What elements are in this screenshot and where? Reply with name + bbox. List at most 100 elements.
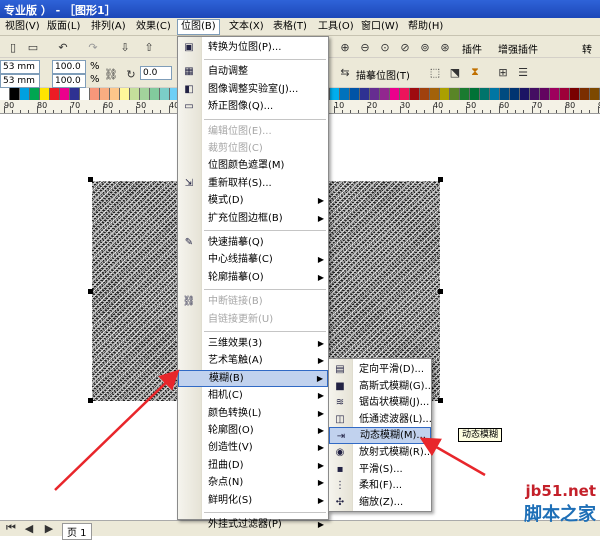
- menu-item-row[interactable]: ✎ 快速描摹(Q): [178, 234, 328, 251]
- menu-item[interactable]: 工具(O): [315, 20, 357, 34]
- color-swatch[interactable]: [390, 88, 400, 100]
- menu-item-row[interactable]: ◉ 放射式模糊(R)...: [329, 444, 434, 461]
- color-swatch[interactable]: [50, 88, 60, 100]
- color-swatch[interactable]: [130, 88, 140, 100]
- color-swatch[interactable]: [410, 88, 420, 100]
- menu-item[interactable]: 帮助(H): [405, 20, 446, 34]
- open-icon[interactable]: ▭: [24, 39, 42, 55]
- color-swatch[interactable]: [80, 88, 90, 100]
- menu-item-row[interactable]: ▤ 定向平滑(D)...: [329, 361, 431, 378]
- menu-item-row[interactable]: ▭ 矫正图像(Q)...: [178, 98, 328, 115]
- width-field[interactable]: 53 mm: [0, 60, 40, 74]
- color-swatch[interactable]: [490, 88, 500, 100]
- color-swatch[interactable]: [350, 88, 360, 100]
- menu-item-row[interactable]: 扭曲(D) ▶: [178, 457, 328, 474]
- menu-item-row[interactable]: 位图颜色遮罩(M): [178, 157, 328, 174]
- crop-bitmap-icon[interactable]: ⬔: [446, 64, 464, 80]
- page-tab[interactable]: 页 1: [62, 523, 92, 540]
- scale-y-field[interactable]: 100.0: [52, 74, 86, 88]
- color-swatch[interactable]: [330, 88, 340, 100]
- color-swatch[interactable]: [40, 88, 50, 100]
- edit-bitmap-icon[interactable]: ⬚: [426, 64, 444, 80]
- menu-item-row[interactable]: ▣ 转换为位图(P)...: [178, 39, 328, 56]
- undo-icon[interactable]: ↶: [54, 39, 72, 55]
- menu-item-row[interactable]: 艺术笔触(A) ▶: [178, 352, 328, 369]
- color-swatch[interactable]: [30, 88, 40, 100]
- menu-item[interactable]: 文本(X): [226, 20, 267, 34]
- color-swatch[interactable]: [420, 88, 430, 100]
- menu-item-row[interactable]: ◧ 图像调整实验室(J)...: [178, 81, 328, 98]
- color-swatch[interactable]: [380, 88, 390, 100]
- export-icon[interactable]: ⇧: [140, 39, 158, 55]
- selection-handle[interactable]: [88, 289, 93, 294]
- color-swatch[interactable]: [430, 88, 440, 100]
- menu-item-row[interactable]: ▦ 自动调整: [178, 63, 328, 80]
- selection-handle[interactable]: [88, 398, 93, 403]
- color-swatch[interactable]: [580, 88, 590, 100]
- menu-item-row[interactable]: ▪ 平滑(S)...: [329, 461, 431, 478]
- color-swatch[interactable]: [520, 88, 530, 100]
- rotation-field[interactable]: 0.0: [140, 66, 172, 80]
- menu-item-row[interactable]: 杂点(N) ▶: [178, 474, 328, 491]
- next-page-icon[interactable]: ▶: [40, 521, 58, 535]
- color-swatch[interactable]: [470, 88, 480, 100]
- zoom-fit-icon[interactable]: ⊙: [376, 39, 394, 55]
- selection-handle[interactable]: [88, 177, 93, 182]
- menu-item-row[interactable]: 创造性(V) ▶: [178, 439, 328, 456]
- redo-icon[interactable]: ↷: [84, 39, 102, 55]
- height-field[interactable]: 53 mm: [0, 74, 40, 88]
- color-swatch[interactable]: [150, 88, 160, 100]
- color-swatch[interactable]: [340, 88, 350, 100]
- color-swatch[interactable]: [70, 88, 80, 100]
- color-swatch[interactable]: [120, 88, 130, 100]
- align-icon[interactable]: ⊞: [494, 64, 512, 80]
- menu-item-row[interactable]: ◫ 低通滤波器(L)...: [329, 411, 432, 428]
- menu-item-row[interactable]: 相机(C) ▶: [178, 387, 328, 404]
- menu-item-row[interactable]: ≋ 锯齿状模糊(J)...: [329, 394, 431, 411]
- trace-bitmap-button[interactable]: 描摹位图(T): [356, 67, 410, 82]
- color-swatch[interactable]: [570, 88, 580, 100]
- menu-item-row[interactable]: 轮廓图(O) ▶: [178, 422, 328, 439]
- scale-x-field[interactable]: 100.0: [52, 60, 86, 74]
- menu-item-row[interactable]: ⇲ 重新取样(S)...: [178, 175, 328, 192]
- zoom-page-icon[interactable]: ⊘: [396, 39, 414, 55]
- noise-bitmap-left[interactable]: [92, 181, 177, 401]
- menu-item[interactable]: 版面(L): [44, 20, 83, 34]
- color-swatch[interactable]: [20, 88, 30, 100]
- selection-handle[interactable]: [438, 398, 443, 403]
- menu-item-row[interactable]: ⋮ 柔和(F)...: [329, 477, 431, 494]
- first-page-icon[interactable]: ⏮: [2, 521, 20, 535]
- color-swatch[interactable]: [140, 88, 150, 100]
- menu-item-row[interactable]: 鲜明化(S) ▶: [178, 492, 328, 509]
- mirror-horizontal-icon[interactable]: ⇆: [336, 64, 354, 80]
- menu-item[interactable]: 位图(B): [177, 19, 220, 35]
- menu-item-row[interactable]: 中心线描摹(C) ▶: [178, 251, 328, 268]
- menu-item-row[interactable]: 模式(D) ▶: [178, 192, 328, 209]
- menu-item-row[interactable]: 外挂式过滤器(P) ▶: [178, 516, 328, 533]
- selection-handle[interactable]: [438, 177, 443, 182]
- menu-item-row[interactable]: 轮廓描摹(O) ▶: [178, 269, 328, 286]
- resample-bitmap-icon[interactable]: ⧗: [466, 64, 484, 80]
- color-swatch[interactable]: [110, 88, 120, 100]
- enhanced-plugin-button[interactable]: 增强插件: [498, 41, 538, 56]
- color-swatch[interactable]: [500, 88, 510, 100]
- color-swatch[interactable]: [90, 88, 100, 100]
- menu-item-row[interactable]: 颜色转换(L) ▶: [178, 405, 328, 422]
- menu-item[interactable]: 窗口(W): [358, 20, 402, 34]
- selection-handle[interactable]: [438, 289, 443, 294]
- zoom-in-icon[interactable]: ⊕: [336, 39, 354, 55]
- color-swatch[interactable]: [530, 88, 540, 100]
- menu-item[interactable]: 视图(V): [2, 20, 43, 34]
- menu-item-row[interactable]: 扩充位图边框(B) ▶: [178, 210, 328, 227]
- color-swatch[interactable]: [0, 88, 10, 100]
- zoom-out-icon[interactable]: ⊖: [356, 39, 374, 55]
- color-swatch[interactable]: [100, 88, 110, 100]
- menu-item-row[interactable]: ■ 高斯式模糊(G)...: [329, 378, 434, 395]
- color-swatch[interactable]: [160, 88, 170, 100]
- menu-item-row[interactable]: ⇥ 动态模糊(M)...: [329, 427, 431, 445]
- color-swatch[interactable]: [540, 88, 550, 100]
- convert-button[interactable]: 转: [582, 41, 592, 56]
- color-swatch[interactable]: [480, 88, 490, 100]
- menu-item[interactable]: 效果(C): [133, 20, 174, 34]
- import-icon[interactable]: ⇩: [116, 39, 134, 55]
